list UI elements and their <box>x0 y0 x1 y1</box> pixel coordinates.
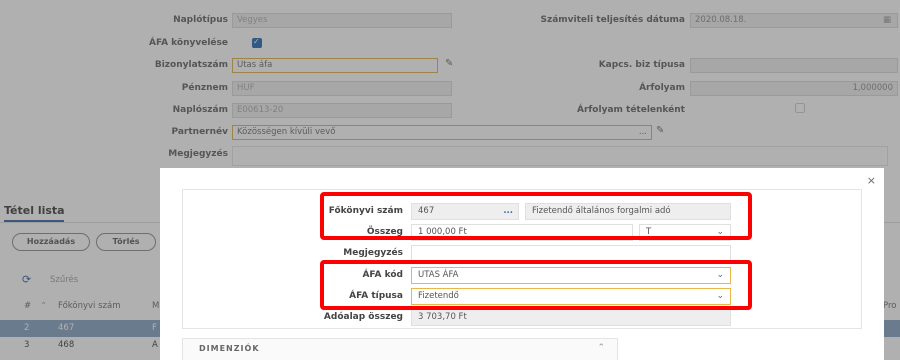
adoalap-field: 3 703,70 Ft <box>411 309 731 326</box>
dimenziok-label: DIMENZIÓK <box>199 344 260 353</box>
close-icon[interactable]: × <box>867 174 876 187</box>
highlight-box-afa <box>320 260 752 310</box>
highlight-box-fokonyvi <box>320 192 752 240</box>
dimenziok-panel-header[interactable]: DIMENZIÓK ⌃ <box>182 338 618 360</box>
tetel-modal: × Főkönyvi szám 467 ... Fizetendő általá… <box>160 168 884 360</box>
chevron-up-icon[interactable]: ⌃ <box>597 343 605 353</box>
adoalap-label: Adóalap összeg <box>323 312 403 322</box>
megjegyzes-label: Megjegyzés <box>343 248 403 258</box>
